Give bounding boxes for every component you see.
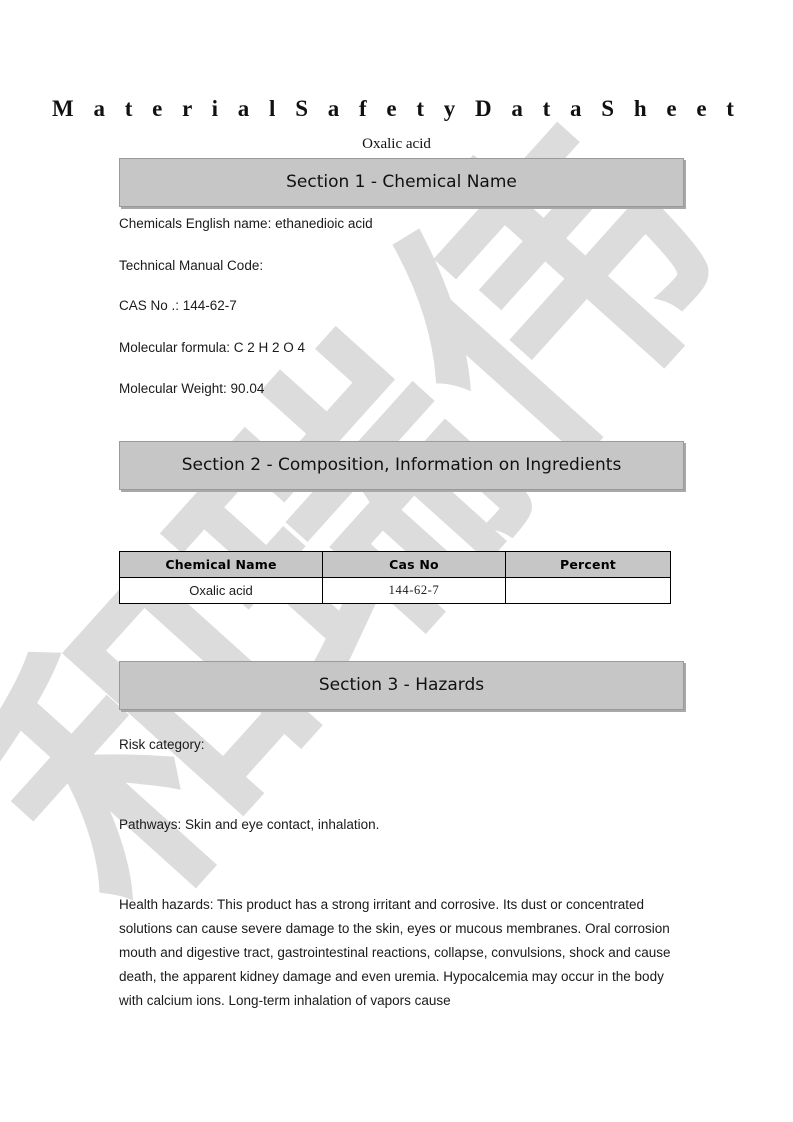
field-chemicals-english-name: Chemicals English name: ethanedioic acid [119, 216, 373, 231]
page-content: M a t e r i a l S a f e t y D a t a S h … [0, 0, 793, 1122]
column-header-cas-no: Cas No [322, 551, 506, 578]
column-header-percent: Percent [505, 551, 671, 578]
ingredients-table-body: Oxalic acid 144-62-7 [119, 577, 671, 604]
section-header-3: Section 3 - Hazards [119, 661, 684, 710]
section-header-2: Section 2 - Composition, Information on … [119, 441, 684, 490]
section-header-1: Section 1 - Chemical Name [119, 158, 684, 207]
field-technical-manual-code: Technical Manual Code: [119, 258, 264, 273]
page-subtitle: Oxalic acid [362, 136, 431, 152]
table-header-row: Chemical Name Cas No Percent [119, 551, 671, 578]
health-hazards-paragraph: Health hazards: This product has a stron… [119, 897, 671, 1008]
field-risk-category: Risk category: [119, 737, 205, 752]
field-pathways: Pathways: Skin and eye contact, inhalati… [119, 817, 380, 832]
column-header-chemical-name: Chemical Name [119, 551, 323, 578]
section-header-2-label: Section 2 - Composition, Information on … [181, 455, 622, 475]
cell-chemical-name: Oxalic acid [119, 577, 323, 604]
section-header-1-label: Section 1 - Chemical Name [286, 172, 517, 192]
ingredients-table-head: Chemical Name Cas No Percent [119, 551, 671, 578]
cell-cas-no: 144-62-7 [322, 577, 506, 604]
cell-percent [505, 577, 671, 604]
msds-page: 和瑞伟 M a t e r i a l S a f e t y D a t a … [0, 0, 793, 1122]
ingredients-table: Chemical Name Cas No Percent Oxalic acid… [119, 551, 671, 604]
field-molecular-formula: Molecular formula: C 2 H 2 O 4 [119, 340, 306, 355]
section-header-3-label: Section 3 - Hazards [318, 675, 485, 695]
field-cas-no: CAS No .: 144-62-7 [119, 298, 237, 313]
table-row: Oxalic acid 144-62-7 [119, 577, 671, 604]
page-title: M a t e r i a l S a f e t y D a t a S h … [52, 96, 741, 121]
field-molecular-weight: Molecular Weight: 90.04 [119, 381, 265, 396]
